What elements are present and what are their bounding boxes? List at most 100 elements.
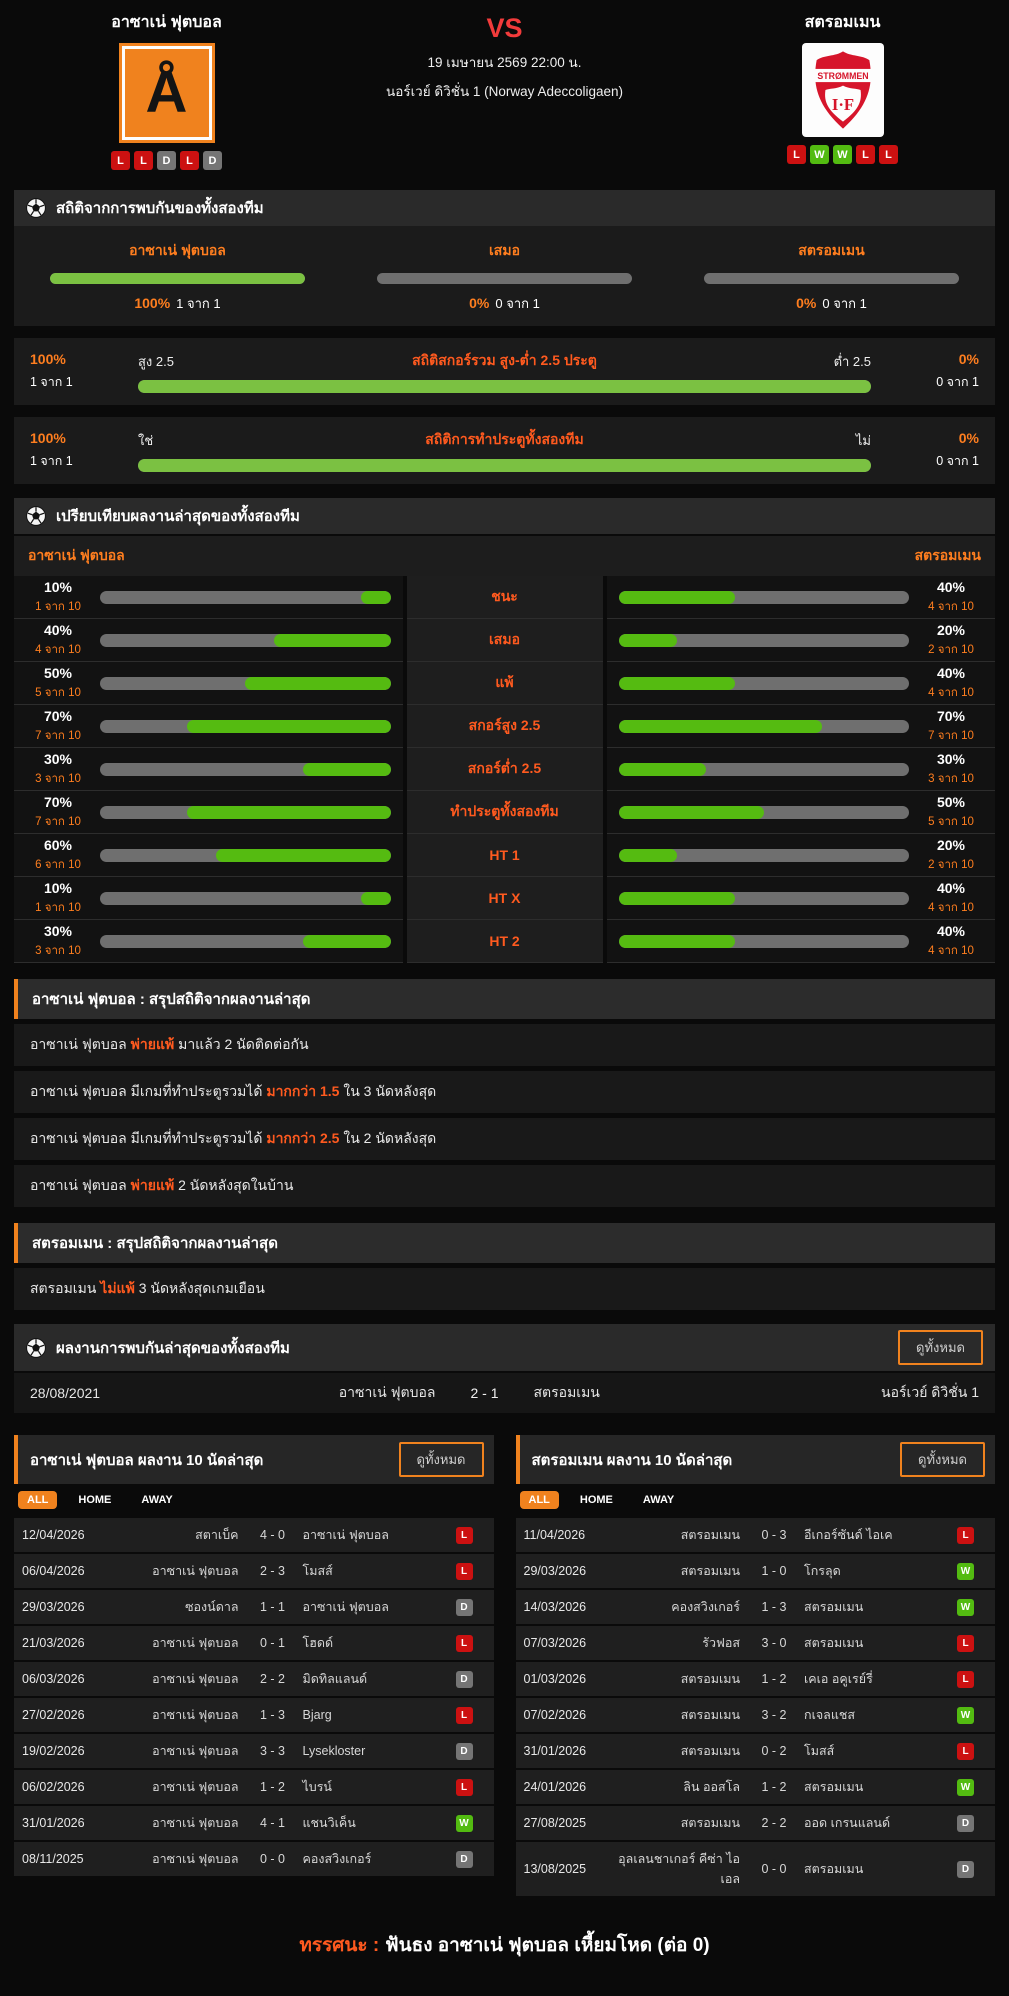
soccer-ball-icon (26, 198, 46, 218)
table-row[interactable]: 14/03/2026 คองสวิงเกอร์ 1 - 3 สตรอมเมน W (515, 1590, 995, 1624)
table-row[interactable]: 07/03/2026 รัวฟอส 3 - 0 สตรอมเมน L (515, 1626, 995, 1660)
comparison-home-bar (100, 762, 391, 776)
table-row[interactable]: 19/02/2026 อาซาเน่ ฟุตบอล 3 - 3 Lysekloster… (14, 1734, 494, 1768)
table-row[interactable]: 06/04/2026 อาซาเน่ ฟุตบอล 2 - 3 โมสส์ L (14, 1554, 494, 1588)
comparison-row: 70% 7 จาก 10 สกอร์สูง 2.5 70% 7 จาก 10 (14, 705, 995, 748)
h2h-column-bar (377, 273, 632, 284)
result-badge-l: L (455, 1706, 473, 1724)
h2h-stat-row: 100% 1 จาก 1 ใช่ สถิติการทำประตูทั้งสองทีม ไ… (14, 417, 995, 484)
table-row[interactable]: 27/02/2026 อาซาเน่ ฟุตบอล 1 - 3 Bjarg L (14, 1698, 494, 1732)
h2h-bar-fill (50, 273, 305, 284)
result-badge-d: D (455, 1850, 473, 1868)
comparison-home-bar (100, 848, 391, 862)
row-home-team: สตรอมเมน (680, 1816, 740, 1830)
row-date: 29/03/2026 (22, 1600, 85, 1614)
comparison-row: 70% 7 จาก 10 ทำประตูทั้งสองทีม 50% 5 จาก 10 (14, 791, 995, 834)
h2h-stat-row: 100% 1 จาก 1 สูง 2.5 สถิติสกอร์รวม สูง-ต่ำ … (14, 338, 995, 405)
tab-home[interactable]: HOME (69, 1491, 120, 1509)
row-date: 06/03/2026 (22, 1672, 85, 1686)
away-team-block: สตรอมเมน STRØMMEN I·F LWWLL (690, 10, 995, 170)
table-row[interactable]: 27/08/2025 สตรอมเมน 2 - 2 ออด เกรนแลนด์ D (515, 1806, 995, 1840)
row-score: 2 - 3 (259, 1564, 285, 1578)
h2h-left-stat: 100% 1 จาก 1 (30, 430, 112, 471)
h2h-row-labels: ใช่ สถิติการทำประตูทั้งสองทีม ไม่ (138, 429, 871, 451)
comparison-away-percent: 70% (936, 707, 966, 724)
comparison-away-ratio: 2 จาก 10 (928, 858, 974, 871)
comparison-home-stat: 40% 4 จาก 10 (26, 622, 90, 659)
result-badge-w: W (957, 1778, 974, 1796)
table-row[interactable]: 21/03/2026 อาซาเน่ ฟุตบอล 0 - 1 โฮดด์ L (14, 1626, 494, 1660)
row-date: 14/03/2026 (523, 1600, 587, 1614)
comparison-away-cell: 40% 4 จาก 10 (606, 576, 995, 619)
comparison-away-bar (618, 633, 909, 647)
tab-away[interactable]: AWAY (634, 1491, 683, 1509)
comparison-home-percent: 30% (43, 922, 73, 939)
tab-all[interactable]: ALL (18, 1491, 58, 1509)
comparison-away-ratio: 2 จาก 10 (928, 643, 974, 656)
row-date: 06/04/2026 (22, 1564, 85, 1578)
row-away-team: มิดทิลแลนด์ (302, 1672, 368, 1686)
table-row[interactable]: 29/03/2026 สตรอมเมน 1 - 0 โกรลุด W (515, 1554, 995, 1588)
row-away-team: ออด เกรนแลนด์ (804, 1816, 891, 1830)
table-row[interactable]: 08/11/2025 อาซาเน่ ฟุตบอล 0 - 0 คองสวิงเกอร… (14, 1842, 494, 1876)
comparison-home-ratio: 3 จาก 10 (35, 944, 81, 957)
match-info-block: VS 19 เมษายน 2569 22:00 น. นอร์เวย์ ดิวิ… (319, 10, 690, 170)
comparison-away-ratio: 4 จาก 10 (928, 686, 974, 699)
h2h-row-bar (138, 380, 871, 393)
table-row[interactable]: 31/01/2026 อาซาเน่ ฟุตบอล 4 - 1 แชนวิเค็น W (14, 1806, 494, 1840)
h2h-stats-header: สถิติจากการพบกันของทั้งสองทีม (14, 190, 995, 226)
table-row[interactable]: 29/03/2026 ซองน์ดาล 1 - 1 อาซาเน่ ฟุตบอล D (14, 1590, 494, 1624)
row-date: 27/08/2025 (523, 1816, 587, 1830)
h2h-view-all-button[interactable]: ดูทั้งหมด (898, 1330, 983, 1365)
comparison-away-bar-fill (618, 762, 706, 776)
form-badge-l: L (111, 151, 130, 170)
h2h-column: อาซาเน่ ฟุตบอล 100% 1 จาก 1 (14, 240, 341, 314)
comparison-away-ratio: 3 จาก 10 (928, 772, 974, 785)
comparison-away-cell: 40% 4 จาก 10 (606, 662, 995, 705)
comparison-home-bar (100, 719, 391, 733)
summary-line: อาซาเน่ ฟุตบอล พ่ายแพ้ 2 นัดหลังสุดในบ้า… (14, 1165, 995, 1207)
comparison-home-stat: 30% 3 จาก 10 (26, 751, 90, 788)
table-row[interactable]: 12/04/2026 สตาเบ็ค 4 - 0 อาซาเน่ ฟุตบอล L (14, 1518, 494, 1552)
comparison-home-cell: 50% 5 จาก 10 (14, 662, 403, 705)
comparison-header: เปรียบเทียบผลงานล่าสุดของทั้งสองทีม (14, 498, 995, 534)
table-row[interactable]: 13/08/2025 อุลเลนชาเกอร์ คีซ่า ไอเอล 0 - 0… (515, 1842, 995, 1896)
h2h-match-row[interactable]: 28/08/2021 อาซาเน่ ฟุตบอล 2 - 1 สตรอมเมน นอร… (14, 1373, 995, 1413)
comparison-away-bar (618, 934, 909, 948)
comparison-home-cell: 70% 7 จาก 10 (14, 705, 403, 748)
recent-form-tables: อาซาเน่ ฟุตบอล ผลงาน 10 นัดล่าสุด ดูทั้งห… (14, 1435, 995, 1896)
row-home-team: สตรอมเมน (680, 1744, 740, 1758)
tab-home[interactable]: HOME (571, 1491, 622, 1509)
row-home-team: อาซาเน่ ฟุตบอล (152, 1636, 239, 1650)
row-date: 07/02/2026 (523, 1708, 587, 1722)
row-away-team: แชนวิเค็น (302, 1816, 356, 1830)
summary-line: อาซาเน่ ฟุตบอล มีเกมที่ทำประตูรวมได้ มาก… (14, 1071, 995, 1113)
comparison-row: 10% 1 จาก 10 HT X 40% 4 จาก 10 (14, 877, 995, 920)
comparison-away-cell: 40% 4 จาก 10 (606, 877, 995, 920)
h2h-column-bar (50, 273, 305, 284)
h2h-left-label: ใช่ (138, 432, 154, 448)
table-row[interactable]: 11/04/2026 สตรอมเมน 0 - 3 อีเกอร์ซันด์ ไอเค… (515, 1518, 995, 1552)
home-table-view-all-button[interactable]: ดูทั้งหมด (398, 1442, 484, 1477)
h2h-column: สตรอมเมน 0% 0 จาก 1 (668, 240, 995, 314)
table-row[interactable]: 06/03/2026 อาซาเน่ ฟุตบอล 2 - 2 มิดทิลแลนด์… (14, 1662, 494, 1696)
row-away-team: อาซาเน่ ฟุตบอล (302, 1528, 389, 1542)
tab-all[interactable]: ALL (519, 1491, 559, 1509)
verdict-footer: ทรรศนะ : ฟันธง อาซาเน่ ฟุตบอล เหี้ยมโหด (… (14, 1930, 995, 1986)
comparison-home-percent: 50% (43, 664, 73, 681)
table-row[interactable]: 31/01/2026 สตรอมเมน 0 - 2 โมสส์ L (515, 1734, 995, 1768)
tab-away[interactable]: AWAY (132, 1491, 181, 1509)
h2h-right-label: ต่ำ 2.5 (833, 353, 871, 369)
table-row[interactable]: 06/02/2026 อาซาเน่ ฟุตบอล 1 - 2 ไบรน์ L (14, 1770, 494, 1804)
comparison-row-label: HT 2 (406, 920, 603, 963)
table-row[interactable]: 07/02/2026 สตรอมเมน 3 - 2 กเจลแชส W (515, 1698, 995, 1732)
result-badge-l: L (455, 1562, 473, 1580)
comparison-home-bar (100, 633, 391, 647)
table-row[interactable]: 01/03/2026 สตรอมเมน 1 - 2 เคเอ อคูเรย์รี่ L (515, 1662, 995, 1696)
table-row[interactable]: 24/01/2026 ลิน ออสโล 1 - 2 สตรอมเมน W (515, 1770, 995, 1804)
away-table-view-all-button[interactable]: ดูทั้งหมด (900, 1442, 985, 1477)
comparison-away-ratio: 4 จาก 10 (928, 944, 974, 957)
row-home-team: อาซาเน่ ฟุตบอล (152, 1852, 239, 1866)
row-score: 1 - 2 (761, 1780, 787, 1794)
row-away-team: กเจลแชส (804, 1708, 855, 1722)
